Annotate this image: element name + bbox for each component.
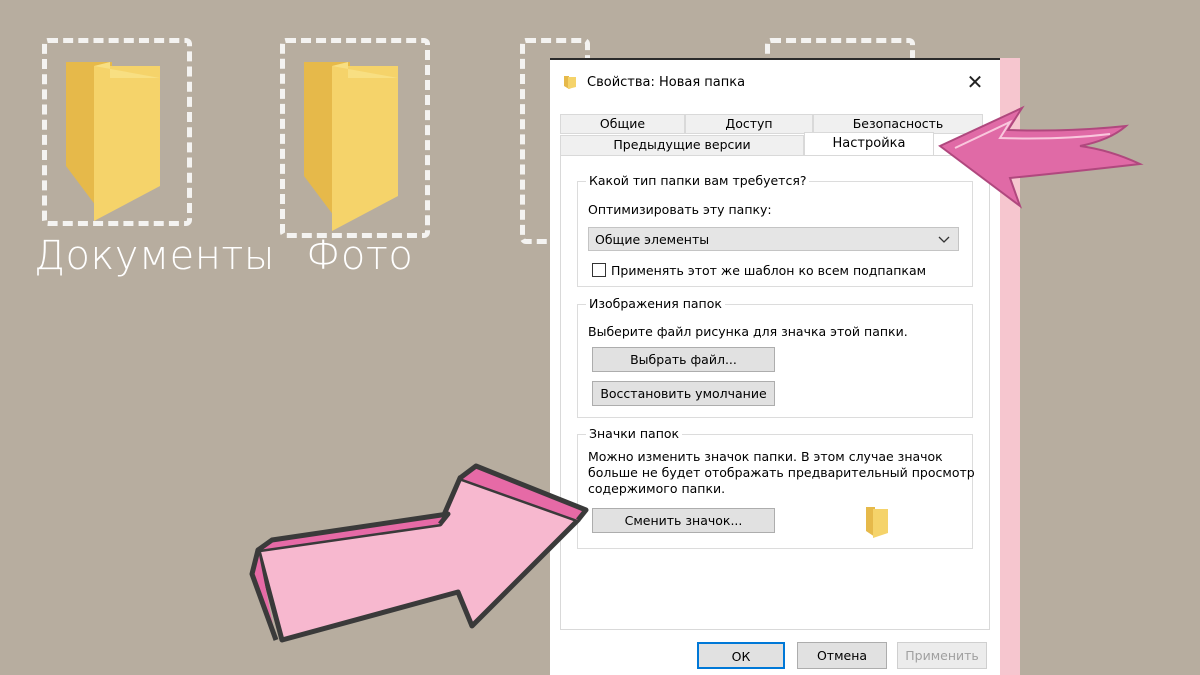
arrow-pointer-bottom (249, 463, 589, 643)
arrow-pointer-top (938, 105, 1144, 209)
annotation-arrows (249, 105, 1144, 643)
